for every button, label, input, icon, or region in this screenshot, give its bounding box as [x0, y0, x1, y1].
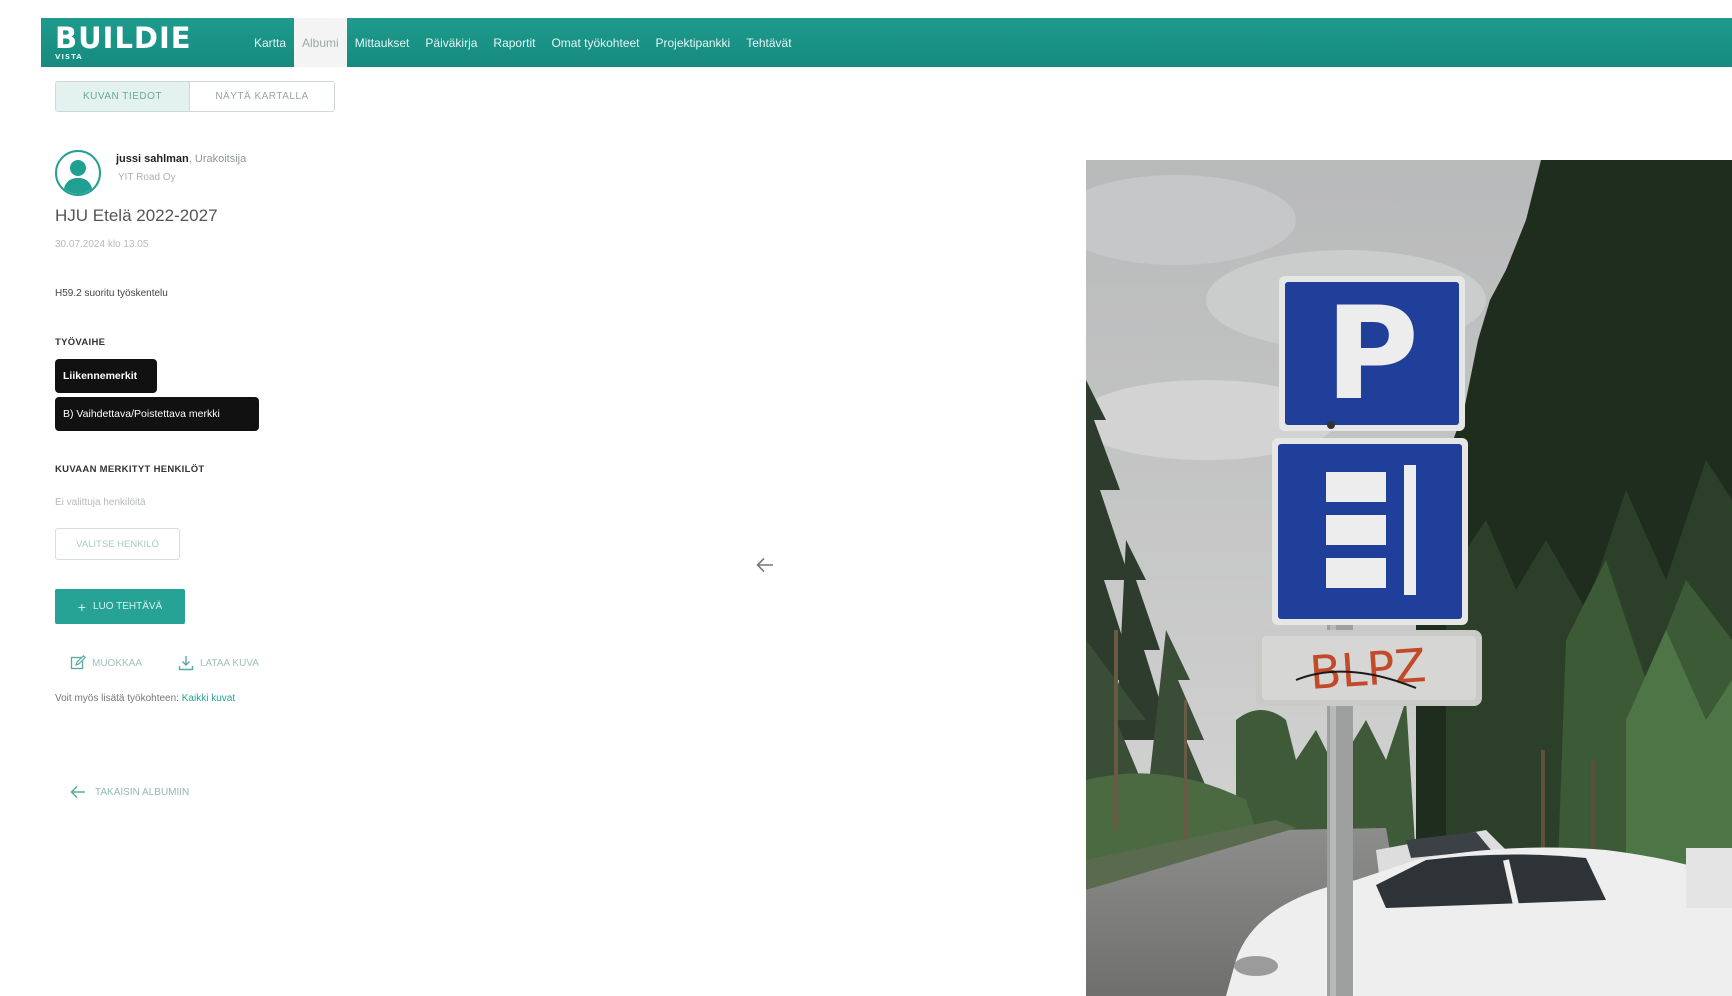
create-task-button[interactable]: + LUO TEHTÄVÄ: [55, 589, 185, 624]
uploader-line: jussi sahlman, Urakoitsija: [116, 153, 246, 165]
logo-subtitle: VISTA: [55, 53, 83, 61]
user-silhouette-icon: [63, 160, 93, 194]
plus-icon: +: [77, 598, 86, 615]
select-person-button[interactable]: VALITSE HENKILÖ: [55, 528, 180, 560]
edit-label: MUOKKAA: [92, 657, 143, 669]
tab-image-details[interactable]: KUVAN TIEDOT: [56, 82, 190, 111]
uploader-role: , Urakoitsija: [188, 153, 247, 165]
graffiti-text: BLPZ: [1308, 638, 1428, 700]
album-photo[interactable]: P BLPZ: [1086, 160, 1732, 996]
add-worksite-note: Voit myös lisätä työkohteen: Kaikki kuva…: [55, 693, 235, 704]
download-button[interactable]: LATAA KUVA: [178, 655, 259, 671]
edit-button[interactable]: MUOKKAA: [70, 655, 142, 671]
edit-icon: [70, 655, 86, 670]
back-to-album-label: TAKAISIN ALBUMIIN: [95, 786, 190, 798]
buildie-logo[interactable]: BUILDIE VISTA: [41, 18, 246, 67]
download-icon: [178, 656, 194, 671]
note-text: Voit myös lisätä työkohteen:: [55, 693, 179, 704]
download-label: LATAA KUVA: [200, 657, 259, 669]
arrow-left-icon: [756, 557, 773, 573]
nav-item-mittaukset[interactable]: Mittaukset: [347, 18, 418, 67]
tab-show-on-map[interactable]: NÄYTÄ KARTALLA: [190, 82, 334, 111]
uploader-name: jussi sahlman: [116, 153, 189, 165]
worktype-category-chip[interactable]: Liikennemerkit: [55, 359, 157, 393]
create-task-label: LUO TEHTÄVÄ: [92, 601, 163, 612]
all-photos-link[interactable]: Kaikki kuvat: [182, 693, 235, 704]
photo-description: H59.2 suoritu työskentelu: [55, 288, 168, 299]
nav-item-päiväkirja[interactable]: Päiväkirja: [417, 18, 485, 67]
nav-item-omat-työkohteet[interactable]: Omat työkohteet: [543, 18, 647, 67]
tagged-people-empty: Ei valittuja henkilöitä: [55, 497, 146, 508]
nav-item-tehtävät[interactable]: Tehtävät: [738, 18, 799, 67]
nav-item-kartta[interactable]: Kartta: [246, 18, 294, 67]
nav-item-raportit[interactable]: Raportit: [485, 18, 543, 67]
top-navigation-bar: BUILDIE VISTA Kartta Albumi Mittaukset Päiv…: [41, 18, 1732, 67]
uploader-company: YIT Road Oy: [118, 172, 176, 183]
tagged-people-heading: KUVAAN MERKITYT HENKILÖT: [55, 464, 205, 475]
previous-photo-arrow[interactable]: [753, 553, 777, 577]
worktype-item-chip[interactable]: B) Vaihdettava/Poistettava merkki: [55, 397, 259, 431]
logo-wordmark: BUILDIE: [55, 21, 192, 55]
arrow-left-icon: [70, 785, 85, 799]
parking-sign-letter: P: [1325, 280, 1419, 429]
photo-view-tabs: KUVAN TIEDOT NÄYTÄ KARTALLA: [55, 81, 335, 112]
project-title: HJU Etelä 2022-2027: [55, 206, 218, 225]
photo-date: 30.07.2024 klo 13.05: [55, 239, 149, 250]
worktype-heading: TYÖVAIHE: [55, 337, 106, 348]
user-avatar: [55, 150, 101, 196]
main-navigation: Kartta Albumi Mittaukset Päiväkirja Raportit…: [246, 18, 800, 67]
nav-item-albumi[interactable]: Albumi: [294, 18, 347, 67]
parking-sign-photo: P BLPZ: [1086, 160, 1732, 996]
nav-item-projektipankki[interactable]: Projektipankki: [648, 18, 739, 67]
back-to-album-link[interactable]: TAKAISIN ALBUMIIN: [70, 785, 189, 799]
